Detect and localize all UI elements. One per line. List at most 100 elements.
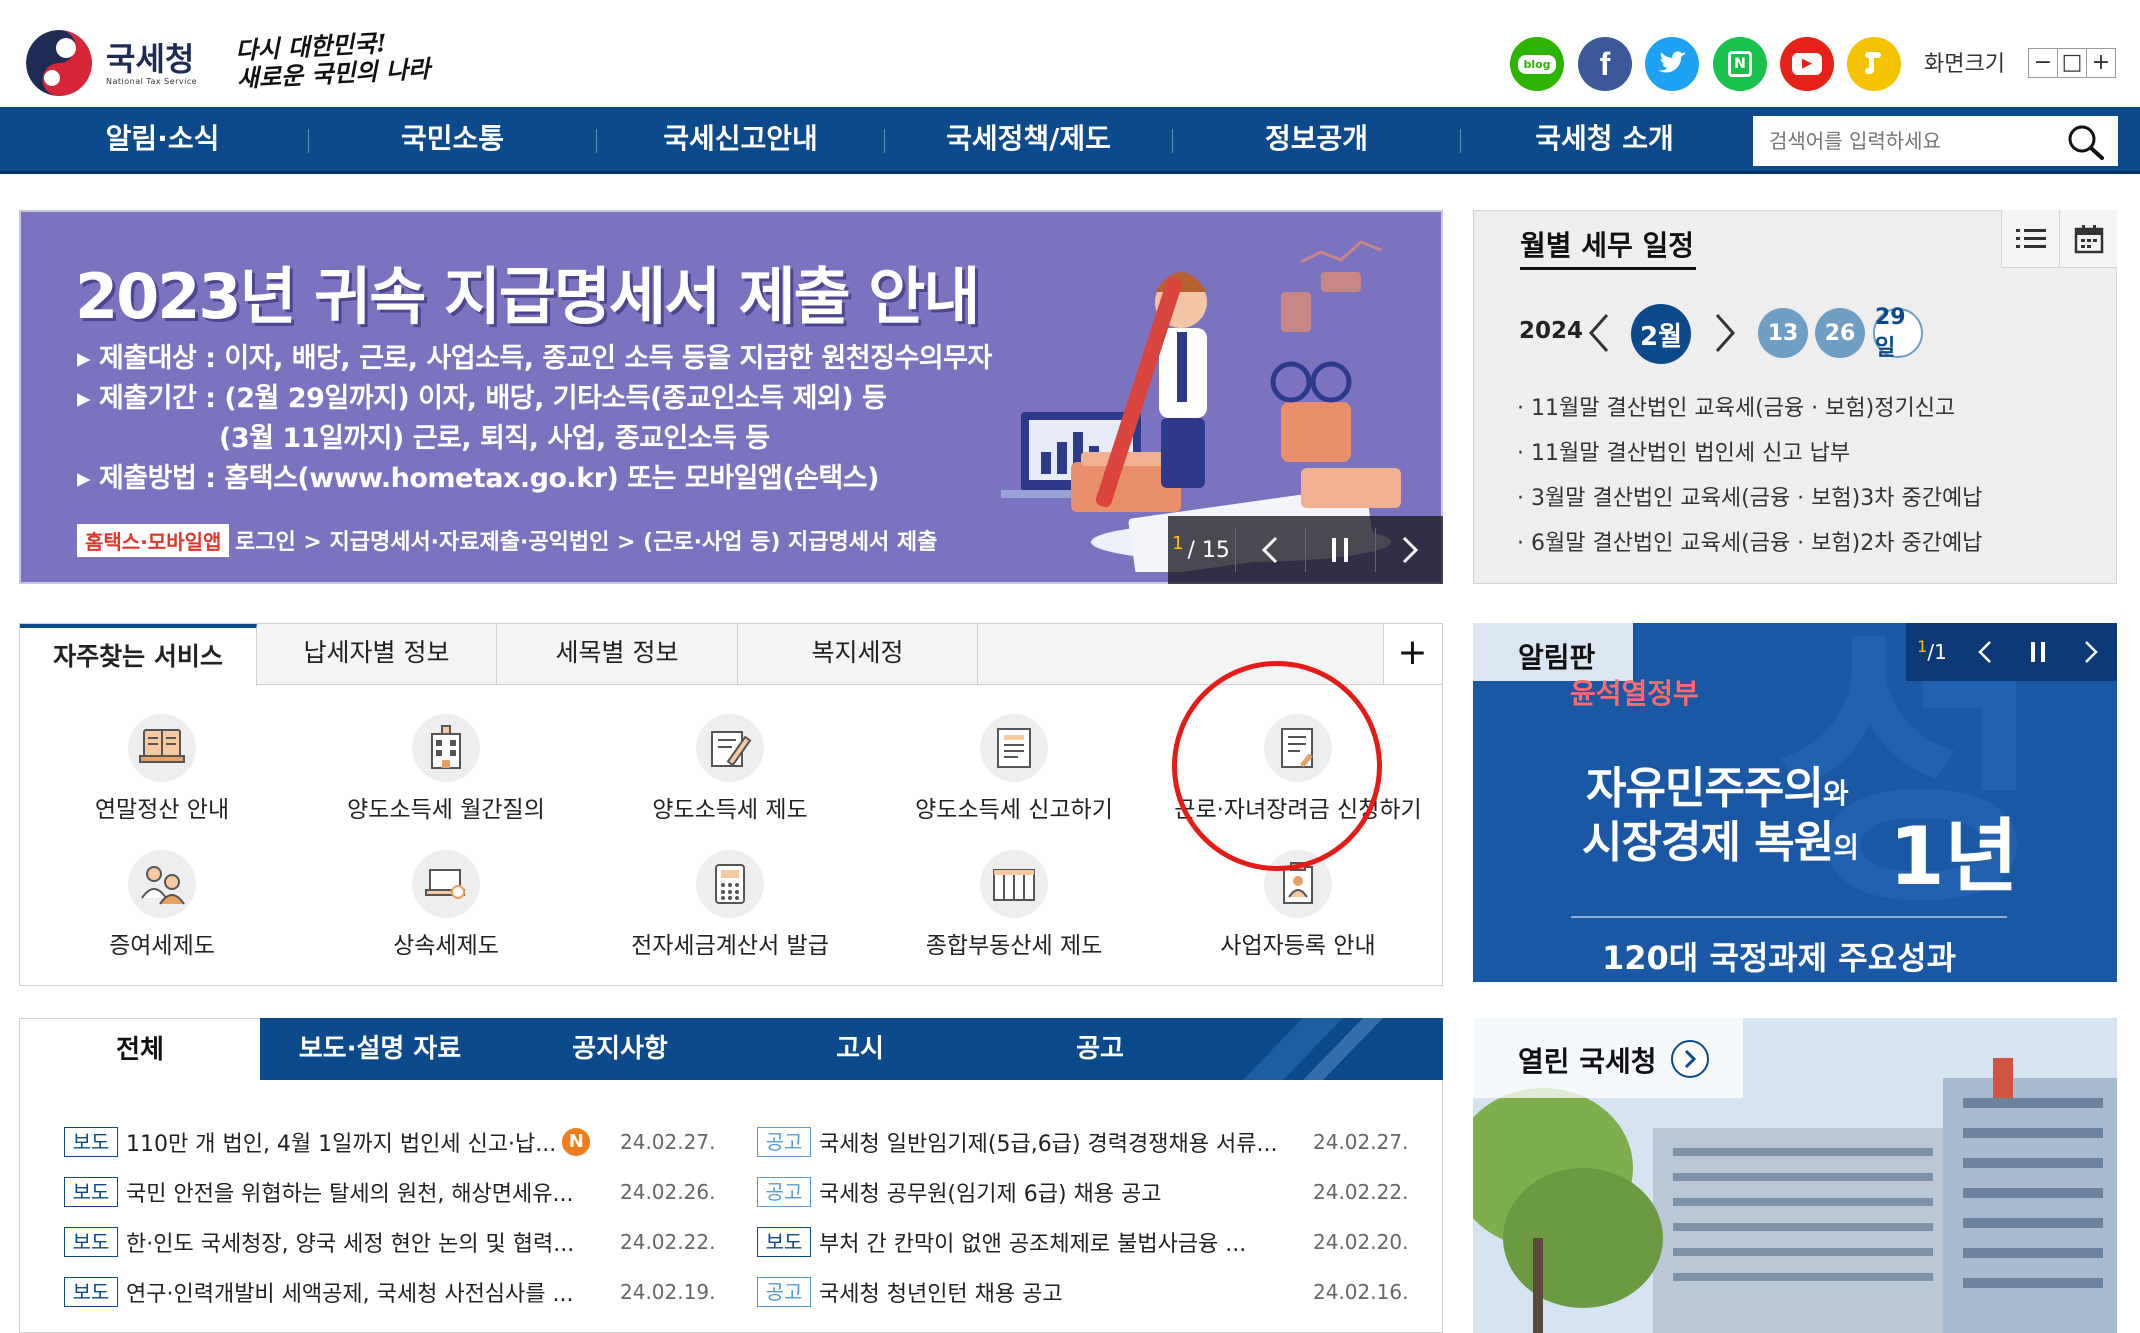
twitter-icon[interactable] xyxy=(1645,37,1699,91)
font-decrease-button[interactable]: − xyxy=(2028,48,2058,78)
news-title[interactable]: 국민 안전을 위협하는 탈세의 원천, 해상면세유... xyxy=(126,1176,574,1208)
naver-post-icon[interactable]: N xyxy=(1713,37,1767,91)
day-13[interactable]: 13 xyxy=(1758,308,1808,358)
calendar-item[interactable]: · 11월말 결산법인 교육세(금융 · 보험)정기신고 xyxy=(1517,390,1955,422)
service-e-tax-invoice[interactable]: 전자세금계산서 발급 xyxy=(600,850,860,960)
service-inheritance-tax[interactable]: 상속세제도 xyxy=(316,850,576,960)
news-badge: 공고 xyxy=(757,1277,811,1307)
board-headline-2: 시장경제 복원의 xyxy=(1582,806,1859,870)
service-transfer-tax-monthly[interactable]: 양도소득세 월간질의 xyxy=(316,714,576,824)
news-title[interactable]: 국세청 청년인턴 채용 공고 xyxy=(819,1276,1063,1308)
news-date: 24.02.19. xyxy=(620,1280,716,1304)
calendar-item[interactable]: · 11월말 결산법인 법인세 신고 납부 xyxy=(1517,435,1850,467)
news-row[interactable]: 보도 부처 간 칸막이 없앤 공조체제로 불법사금융 ... 24.02.20. xyxy=(757,1217,1427,1267)
nav-tax-filing[interactable]: 국세신고안내 xyxy=(598,107,883,171)
nav-divider xyxy=(884,129,885,153)
banner-title: 2023년 귀속 지급명세서 제출 안내 xyxy=(75,260,980,333)
facebook-icon[interactable]: f xyxy=(1578,37,1632,91)
nav-divider xyxy=(1460,129,1461,153)
board-page-current: 1 xyxy=(1917,636,1928,656)
calendar-view-button[interactable] xyxy=(2059,210,2117,268)
chevron-right-icon xyxy=(1684,1049,1697,1069)
blog-label: blog xyxy=(1518,54,1556,74)
news-title[interactable]: 국세청 일반임기제(5급,6급) 경력경쟁채용 서류... xyxy=(819,1126,1277,1158)
service-comprehensive-real-estate-tax[interactable]: 종합부동산세 제도 xyxy=(884,850,1144,960)
nav-divider xyxy=(596,129,597,153)
service-label: 양도소득세 신고하기 xyxy=(915,797,1113,823)
news-badge: 보도 xyxy=(64,1277,118,1307)
news-list-left: 보도 110만 개 법인, 4월 1일까지 법인세 신고·납... N 24.0… xyxy=(64,1117,734,1317)
day-29-selected[interactable]: 29일 xyxy=(1873,305,1923,361)
nav-news[interactable]: 알림·소식 xyxy=(20,107,305,171)
board-next-button[interactable] xyxy=(2065,623,2117,681)
month-next-button[interactable] xyxy=(1713,312,1737,358)
taeguk-logo-icon xyxy=(26,30,92,96)
banner-pause-button[interactable] xyxy=(1306,516,1374,584)
search-input[interactable] xyxy=(1767,116,2061,166)
news-row[interactable]: 보도 국민 안전을 위협하는 탈세의 원천, 해상면세유... 24.02.26… xyxy=(64,1167,734,1217)
board-controls: 1 /1 xyxy=(1906,623,2117,681)
people-icon xyxy=(128,850,196,918)
board-headline-2b: 의 xyxy=(1833,831,1859,864)
list-view-button[interactable] xyxy=(2001,210,2059,268)
service-gift-tax[interactable]: 증여세제도 xyxy=(32,850,292,960)
font-reset-button[interactable]: □ xyxy=(2057,48,2087,78)
tab-taxpayer-info[interactable]: 납세자별 정보 xyxy=(257,624,497,684)
nav-disclosure[interactable]: 정보공개 xyxy=(1174,107,1459,171)
news-row[interactable]: 보도 연구·인력개발비 세액공제, 국세청 사전심사를 ... 24.02.19… xyxy=(64,1267,734,1317)
blog-icon[interactable]: blog xyxy=(1510,37,1564,91)
calendar-title-underline xyxy=(1520,267,1696,270)
board-big-text: 1년 xyxy=(1889,810,2019,903)
news-title[interactable]: 부처 간 칸막이 없앤 공조체제로 불법사금융 ... xyxy=(819,1226,1246,1258)
news-row[interactable]: 공고 국세청 청년인턴 채용 공고 24.02.16. xyxy=(757,1267,1427,1317)
news-title[interactable]: 한·인도 국세청장, 양국 세정 현안 논의 및 협력... xyxy=(126,1226,574,1258)
services-more-button[interactable]: + xyxy=(1383,624,1441,684)
banner-line-target: ▸ 제출대상 : 이자, 배당, 근로, 사업소득, 종교인 소득 등을 지급한… xyxy=(77,343,992,374)
tab-frequent-services[interactable]: 자주찾는 서비스 xyxy=(20,624,257,686)
banner-next-button[interactable] xyxy=(1376,516,1443,584)
tab-notices[interactable]: 공지사항 xyxy=(500,1018,740,1080)
news-date: 24.02.22. xyxy=(620,1230,716,1254)
news-title[interactable]: 국세청 공무원(임기제 6급) 채용 공고 xyxy=(819,1176,1162,1208)
calendar-item[interactable]: · 6월말 결산법인 교육세(금융 · 보험)2차 중간예납 xyxy=(1517,525,1982,557)
logo-subtext: National Tax Service xyxy=(106,76,198,86)
font-increase-button[interactable]: + xyxy=(2086,48,2116,78)
board-page-total: /1 xyxy=(1927,640,1947,664)
month-prev-button[interactable] xyxy=(1587,312,1611,358)
service-transfer-tax-system[interactable]: 양도소득세 제도 xyxy=(600,714,860,824)
news-row[interactable]: 공고 국세청 공무원(임기제 6급) 채용 공고 24.02.22. xyxy=(757,1167,1427,1217)
news-title[interactable]: 110만 개 법인, 4월 1일까지 법인세 신고·납... xyxy=(126,1126,556,1158)
tab-tax-item-info[interactable]: 세목별 정보 xyxy=(497,624,738,684)
tab-public-notice[interactable]: 공고 xyxy=(980,1018,1220,1080)
calendar-item[interactable]: · 3월말 결산법인 교육세(금융 · 보험)3차 중간예납 xyxy=(1517,480,1982,512)
board-prev-button[interactable] xyxy=(1959,623,2011,681)
service-transfer-tax-filing[interactable]: 양도소득세 신고하기 xyxy=(884,714,1144,824)
tab-welfare-tax[interactable]: 복지세정 xyxy=(738,624,978,684)
nav-communication[interactable]: 국민소통 xyxy=(310,107,595,171)
logo[interactable]: 국세청 National Tax Service xyxy=(26,28,197,98)
banner-prev-button[interactable] xyxy=(1236,516,1304,584)
news-row[interactable]: 공고 국세청 일반임기제(5급,6급) 경력경쟁채용 서류... 24.02.2… xyxy=(757,1117,1427,1167)
service-year-end-settlement[interactable]: 연말정산 안내 xyxy=(32,714,292,824)
slogan: 다시 대한민국! 새로운 국민의 나라 xyxy=(235,27,431,93)
news-row[interactable]: 보도 110만 개 법인, 4월 1일까지 법인세 신고·납... N 24.0… xyxy=(64,1117,734,1167)
tab-press-release[interactable]: 보도·설명 자료 xyxy=(260,1018,500,1080)
kakao-story-icon[interactable] xyxy=(1847,37,1901,91)
nav-about[interactable]: 국세청 소개 xyxy=(1462,107,1747,171)
nav-tax-policy[interactable]: 국세정책/제도 xyxy=(886,107,1171,171)
calendar-title: 월별 세무 일정 xyxy=(1520,229,1695,262)
board-subtitle: 윤석열정부 xyxy=(1570,677,1699,710)
news-title[interactable]: 연구·인력개발비 세액공제, 국세청 사전심사를 ... xyxy=(126,1276,574,1308)
search-icon[interactable] xyxy=(2067,124,2105,164)
day-26[interactable]: 26 xyxy=(1815,308,1865,358)
open-nts-more-button[interactable] xyxy=(1671,1040,1709,1078)
tab-all[interactable]: 전체 xyxy=(19,1018,260,1080)
news-badge: 공고 xyxy=(757,1127,811,1157)
tab-announcement[interactable]: 고시 xyxy=(740,1018,980,1080)
youtube-icon[interactable]: ▶ xyxy=(1780,37,1834,91)
highlight-circle-annotation xyxy=(1172,661,1382,871)
board-pause-button[interactable] xyxy=(2012,623,2064,681)
news-row[interactable]: 보도 한·인도 국세청장, 양국 세정 현안 논의 및 협력... 24.02.… xyxy=(64,1217,734,1267)
form-icon xyxy=(980,714,1048,782)
board-headline-2a: 시장경제 복원 xyxy=(1582,817,1834,868)
